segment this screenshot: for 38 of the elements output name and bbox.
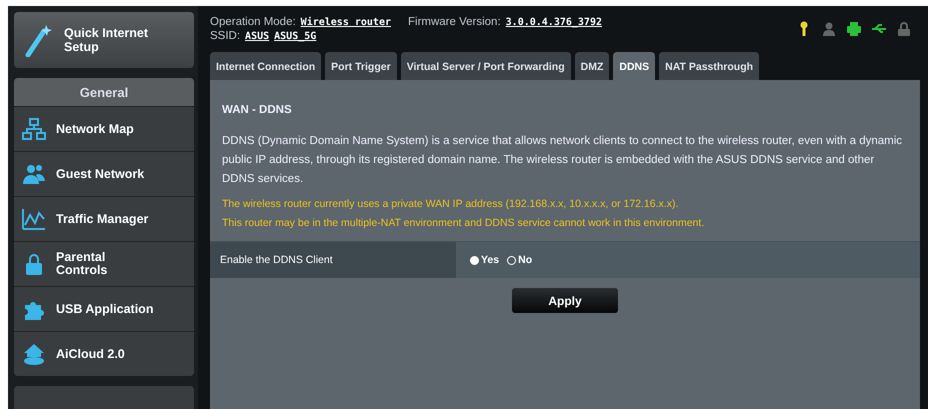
radio-button[interactable] — [470, 256, 479, 264]
tab[interactable]: DDNS — [613, 52, 656, 80]
apply-button[interactable]: Apply — [512, 288, 618, 313]
radio-option[interactable]: No — [507, 254, 532, 266]
chart-icon — [22, 207, 46, 231]
quick-setup-button[interactable]: Quick Internet Setup — [14, 12, 194, 68]
radio-button[interactable] — [507, 256, 516, 264]
tab[interactable]: Internet Connection — [210, 52, 322, 80]
sidebar-item[interactable]: AiCloud 2.0 — [14, 331, 194, 376]
people-icon — [22, 162, 46, 186]
ssid-link[interactable]: ASUS — [245, 31, 270, 42]
ssid-link[interactable]: ASUS_5G — [274, 31, 316, 42]
ssid-label: SSID: — [210, 30, 240, 42]
lock-icon[interactable] — [896, 21, 912, 37]
operation-mode-link[interactable]: Wireless router — [300, 17, 391, 28]
warning-text: The wireless router currently uses a private WAN IP address (192.168.x.x, 10.x.x.x, or 172.16.x.x). — [222, 197, 680, 212]
tab[interactable]: Virtual Server / Port Forwarding — [400, 52, 571, 80]
sidebar-item[interactable]: Guest Network — [14, 151, 194, 196]
sidebar-item[interactable]: Network Map — [14, 106, 194, 151]
person-icon[interactable] — [821, 21, 837, 37]
firmware-link[interactable]: 3.0.0.4.376_3792 — [506, 17, 602, 28]
warning-text: This router may be in the multiple-NAT environment and DDNS service cannot work in this environment. — [222, 216, 706, 231]
firmware-label: Firmware Version: — [408, 16, 501, 28]
operation-mode-label: Operation Mode: — [210, 16, 296, 28]
page-title: WAN - DDNS — [222, 104, 293, 116]
sidebar-item[interactable]: Traffic Manager — [14, 196, 194, 241]
tab[interactable]: Port Trigger — [325, 52, 397, 80]
tab[interactable]: DMZ — [574, 52, 610, 80]
sidebar-item[interactable]: Parental Controls — [14, 241, 194, 286]
wand-icon — [24, 23, 54, 57]
description-text: DDNS (Dynamic Domain Name System) is a service that allows network clients to connect to the wireless router, even with a dynamic public IP address, through its registered domain name. The wireless router is embedded with the ASUS DDNS service and other DDNS services. — [222, 134, 904, 187]
sidebar-heading: General — [14, 78, 194, 106]
tab[interactable]: NAT Passthrough — [659, 52, 760, 80]
sidebar-item[interactable]: USB Application — [14, 286, 194, 331]
cloud-house-icon — [22, 342, 46, 366]
network-icon — [22, 117, 46, 141]
setting-label: Enable the DDNS Client — [210, 242, 456, 278]
radio-option[interactable]: Yes — [470, 254, 500, 266]
